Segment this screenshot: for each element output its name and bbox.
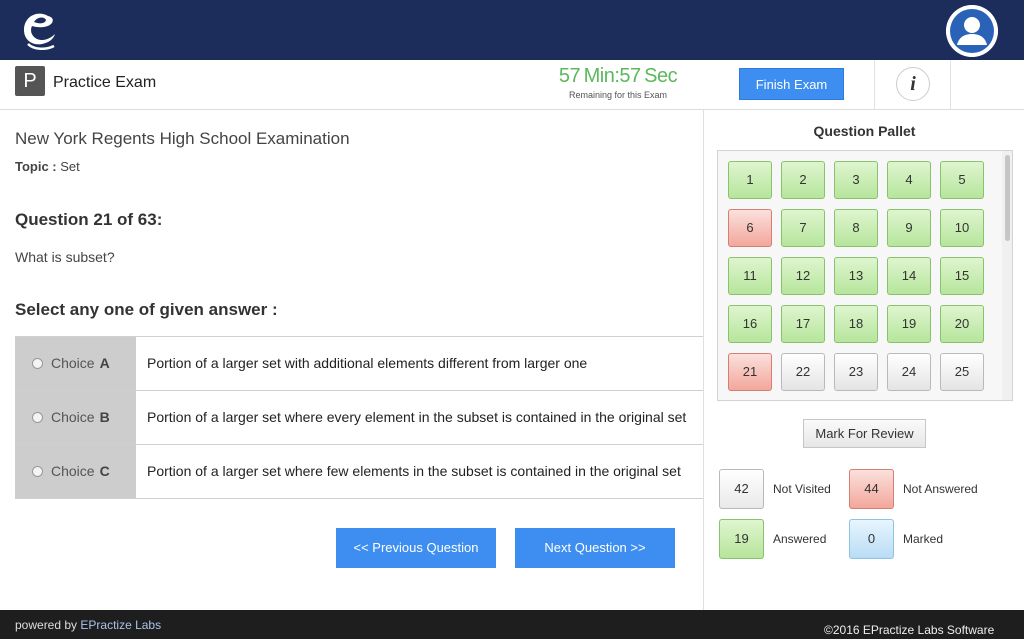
legend-answered-count: 19 [719,519,764,559]
powered-prefix: powered by [15,618,78,632]
legend-marked-count: 0 [849,519,894,559]
pallet-question-button[interactable]: 22 [781,353,825,391]
powered-by-text: powered by EPractize Labs [15,618,161,632]
question-number: Question 21 of 63: [15,210,163,229]
select-answer-label: Select any one of given answer : [15,300,278,319]
pallet-question-button[interactable]: 24 [887,353,931,391]
choice-text[interactable]: Portion of a larger set where every elem… [147,409,686,425]
choice-text[interactable]: Portion of a larger set with additional … [147,355,587,371]
choice-word: Choice [51,355,95,371]
pallet-title: Question Pallet [813,123,916,139]
powered-brand-link[interactable]: EPractize Labs [80,618,161,632]
radio-button[interactable] [32,358,43,369]
pallet-question-button[interactable]: 6 [728,209,772,247]
pallet-question-button[interactable]: 15 [940,257,984,295]
choice-letter: C [99,463,110,479]
epractize-e-logo-icon[interactable] [18,6,62,54]
legend-not-visited-label: Not Visited [773,482,831,496]
mark-for-review-button[interactable]: Mark For Review [803,419,926,448]
choice-row-c[interactable]: Choice C Portion of a larger set where fe… [15,445,703,499]
next-question-button[interactable]: Next Question >> [515,528,675,568]
timer-minutes: 57 [558,65,581,87]
choice-word: Choice [51,463,95,479]
divider [874,60,875,110]
choice-text[interactable]: Portion of a larger set where few elemen… [147,463,681,479]
choice-label: Choice C [51,463,110,479]
pallet-question-button[interactable]: 2 [781,161,825,199]
exam-name: New York Regents High School Examination [15,129,350,148]
radio-button[interactable] [32,412,43,423]
choice-letter: B [99,409,110,425]
pallet-question-button[interactable]: 14 [887,257,931,295]
legend-not-visited-count: 42 [719,469,764,509]
topic-value: Set [60,159,80,174]
finish-exam-button[interactable]: Finish Exam [739,68,844,100]
legend-not-answered-label: Not Answered [903,482,978,496]
question-pallet-panel: Question Pallet 1 2 3 4 5 6 7 8 9 10 11 12 13 14 15 16 1… [703,110,1024,610]
pallet-question-button[interactable]: 16 [728,305,772,343]
pallet-question-button[interactable]: 21 [728,353,772,391]
copyright-text: ©2016 EPractize Labs Software [824,623,995,637]
pallet-scroll-thumb[interactable] [1005,155,1010,241]
choice-label: Choice A [51,355,110,371]
pallet-question-button[interactable]: 10 [940,209,984,247]
legend-not-answered-count: 44 [849,469,894,509]
question-text: What is subset? [15,249,115,265]
countdown-timer: 57 Min:57 Sec Remaining for this Exam [540,65,696,100]
pallet-question-button[interactable]: 12 [781,257,825,295]
practice-badge-icon: P [15,66,45,96]
previous-question-button[interactable]: << Previous Question [336,528,496,568]
pallet-question-button[interactable]: 4 [887,161,931,199]
pallet-question-button[interactable]: 8 [834,209,878,247]
pallet-question-button[interactable]: 13 [834,257,878,295]
choice-row-b[interactable]: Choice B Portion of a larger set where ev… [15,391,703,445]
pallet-question-button[interactable]: 18 [834,305,878,343]
pallet-question-button[interactable]: 17 [781,305,825,343]
timer-value: 57 Min:57 Sec [540,65,696,88]
choice-word: Choice [51,409,95,425]
pallet-question-button[interactable]: 11 [728,257,772,295]
pallet-scrollbar[interactable] [1002,151,1012,400]
pallet-grid-container: 1 2 3 4 5 6 7 8 9 10 11 12 13 14 15 16 17 18 19 20 21 22 23 24 2… [717,150,1013,401]
timer-seconds: 57 [619,65,641,87]
legend-marked-label: Marked [903,532,944,546]
exam-subheader: P Practice Exam 57 Min:57 Sec Remaining … [0,60,1024,110]
pallet-question-button[interactable]: 3 [834,161,878,199]
divider [950,60,951,110]
pallet-question-button[interactable]: 5 [940,161,984,199]
answer-choices: Choice A Portion of a larger set with add… [15,336,703,499]
radio-button[interactable] [32,466,43,477]
pallet-question-button[interactable]: 9 [887,209,931,247]
timer-min-label: Min [583,65,615,87]
choice-selector[interactable]: Choice A [15,337,136,390]
user-avatar-icon[interactable] [946,5,998,57]
topic-label: Topic : [15,159,57,174]
info-icon[interactable]: i [896,67,930,101]
exam-title: Practice Exam [53,74,157,91]
pallet-question-button[interactable]: 19 [887,305,931,343]
choice-selector[interactable]: Choice C [15,445,136,498]
choice-row-a[interactable]: Choice A Portion of a larger set with add… [15,337,703,391]
question-area: New York Regents High School Examination… [0,110,703,610]
pallet-question-button[interactable]: 7 [781,209,825,247]
top-navigation-bar [0,0,1024,60]
topic-line: Topic : Set [15,159,80,174]
pallet-question-button[interactable]: 20 [940,305,984,343]
choice-selector[interactable]: Choice B [15,391,136,444]
choice-letter: A [99,355,110,371]
pallet-question-button[interactable]: 25 [940,353,984,391]
legend-answered-label: Answered [773,532,827,546]
choice-label: Choice B [51,409,110,425]
pallet-question-button[interactable]: 23 [834,353,878,391]
footer: powered by EPractize Labs ©2016 EPractiz… [0,610,1024,639]
timer-subtitle: Remaining for this Exam [568,90,668,100]
pallet-question-button[interactable]: 1 [728,161,772,199]
timer-sec-label: Sec [644,65,678,87]
